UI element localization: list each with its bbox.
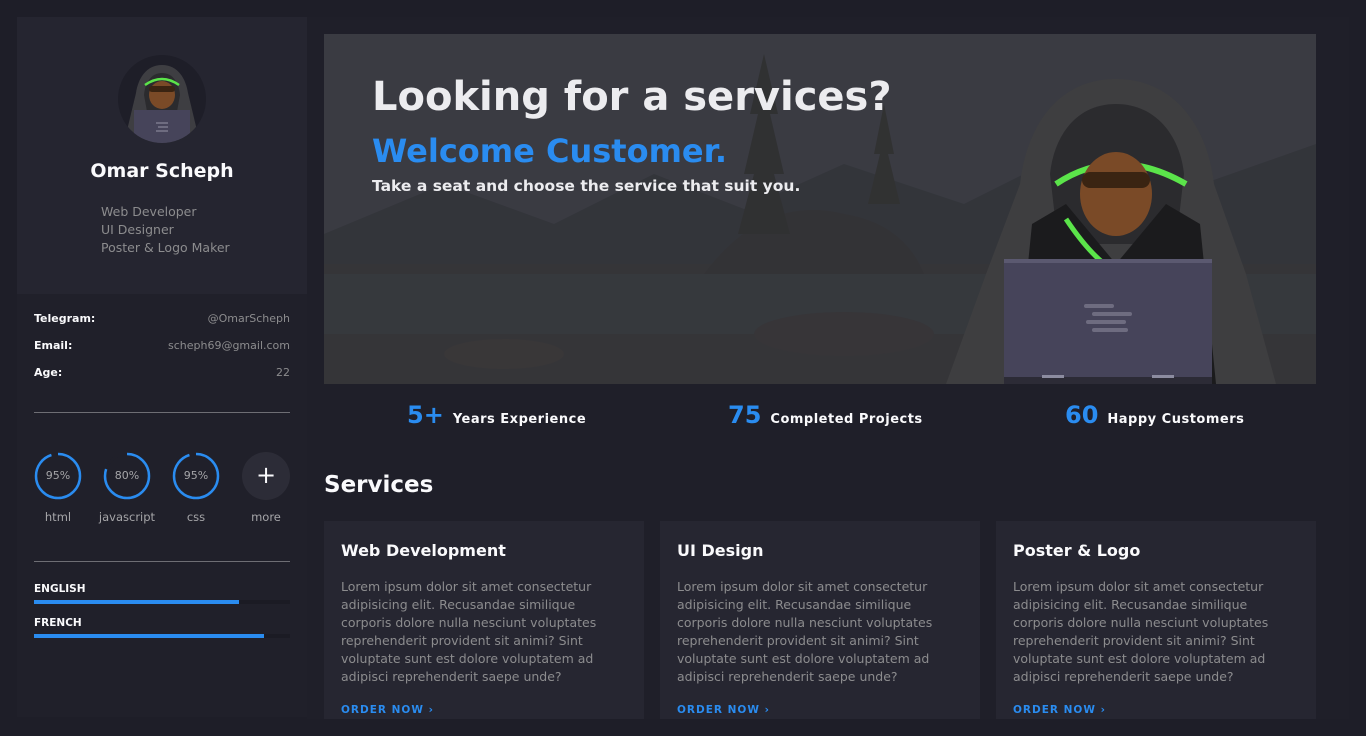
- info-row-age: Age: 22: [34, 365, 290, 392]
- skill-name: javascript: [98, 510, 156, 524]
- language-english: ENGLISH: [34, 583, 290, 604]
- hero-text: Take a seat and choose the service that …: [372, 177, 801, 195]
- skill-html: 95% html: [23, 452, 93, 524]
- stat-label: Completed Projects: [770, 412, 923, 427]
- role-item: Web Developer: [101, 204, 197, 219]
- card-title: UI Design: [677, 541, 764, 560]
- skill-name: css: [186, 510, 206, 524]
- stat-number: 60: [1065, 401, 1099, 429]
- order-now-link[interactable]: ORDER NOW ›: [1013, 704, 1106, 716]
- language-bar: [34, 600, 290, 604]
- stat-number: 5+: [407, 401, 444, 429]
- hooded-hacker-avatar-icon: [124, 65, 200, 143]
- info-key: Telegram:: [34, 312, 96, 325]
- main-content: Looking for a services? Welcome Customer…: [307, 17, 1349, 719]
- plus-icon: +: [255, 461, 277, 489]
- skill-javascript: 80% javascript: [92, 452, 162, 524]
- languages: ENGLISH FRENCH: [34, 583, 290, 651]
- stat-customers: 60 Happy Customers: [1065, 401, 1244, 429]
- stat-label: Years Experience: [452, 412, 587, 427]
- sidebar: Omar Scheph Web Developer UI Designer Po…: [17, 17, 307, 717]
- info-value[interactable]: scheph69@gmail.com: [168, 338, 290, 365]
- stat-label: Happy Customers: [1107, 412, 1245, 427]
- service-card-web-development: Web Development Lorem ipsum dolor sit am…: [324, 521, 644, 719]
- language-bar-fill: [34, 634, 265, 638]
- avatar: [118, 55, 206, 143]
- info-key: Email:: [34, 339, 73, 352]
- skill-css: 95% css: [161, 452, 231, 524]
- contact-info: Telegram: @OmarScheph Email: scheph69@gm…: [34, 311, 290, 392]
- stats-row: 5+ Years Experience 75 Completed Project…: [324, 401, 1316, 437]
- stat-number: 75: [728, 401, 762, 429]
- info-value[interactable]: @OmarScheph: [208, 311, 290, 338]
- profile-roles: Web Developer UI Designer Poster & Logo …: [101, 203, 230, 257]
- language-label: FRENCH: [34, 617, 82, 629]
- skill-name: html: [44, 510, 72, 524]
- language-label: ENGLISH: [34, 583, 86, 595]
- skills-row: 95% html 80% javascript 95% css + more: [34, 452, 290, 527]
- card-title: Poster & Logo: [1013, 541, 1141, 560]
- order-now-link[interactable]: ORDER NOW ›: [341, 704, 434, 716]
- skill-percent: 80%: [114, 469, 140, 482]
- service-cards: Web Development Lorem ipsum dolor sit am…: [324, 521, 1316, 719]
- order-now-link[interactable]: ORDER NOW ›: [677, 704, 770, 716]
- skill-percent: 95%: [45, 469, 71, 482]
- hero-title: Looking for a services?: [372, 74, 892, 120]
- card-text: Lorem ipsum dolor sit amet consectetur a…: [1013, 579, 1269, 684]
- info-row-telegram: Telegram: @OmarScheph: [34, 311, 290, 338]
- info-row-email: Email: scheph69@gmail.com: [34, 338, 290, 365]
- card-text: Lorem ipsum dolor sit amet consectetur a…: [677, 579, 933, 684]
- scroll-gutter: [1349, 17, 1366, 719]
- language-bar-fill: [34, 600, 239, 604]
- skill-percent: 95%: [183, 469, 209, 482]
- hero-banner: Looking for a services? Welcome Customer…: [324, 34, 1316, 384]
- role-item: UI Designer: [101, 222, 174, 237]
- service-card-poster-logo: Poster & Logo Lorem ipsum dolor sit amet…: [996, 521, 1316, 719]
- stat-experience: 5+ Years Experience: [407, 401, 586, 429]
- card-title: Web Development: [341, 541, 506, 560]
- divider: [34, 412, 290, 413]
- section-title-services: Services: [324, 472, 434, 498]
- divider: [34, 561, 290, 562]
- skill-more: + more: [231, 452, 301, 524]
- stat-projects: 75 Completed Projects: [728, 401, 923, 429]
- info-key: Age:: [34, 366, 63, 379]
- hero-subtitle: Welcome Customer.: [372, 132, 727, 170]
- language-french: FRENCH: [34, 617, 290, 638]
- more-label: more: [251, 510, 281, 524]
- role-item: Poster & Logo Maker: [101, 240, 230, 255]
- service-card-ui-design: UI Design Lorem ipsum dolor sit amet con…: [660, 521, 980, 719]
- card-text: Lorem ipsum dolor sit amet consectetur a…: [341, 579, 597, 684]
- info-value: 22: [276, 366, 290, 379]
- profile-card: Omar Scheph Web Developer UI Designer Po…: [17, 17, 307, 294]
- hooded-hacker-laptop-icon: [946, 79, 1276, 384]
- profile-name: Omar Scheph: [90, 160, 234, 182]
- more-skills-button[interactable]: +: [242, 452, 290, 500]
- language-bar: [34, 634, 290, 638]
- app-frame: Omar Scheph Web Developer UI Designer Po…: [0, 0, 1366, 736]
